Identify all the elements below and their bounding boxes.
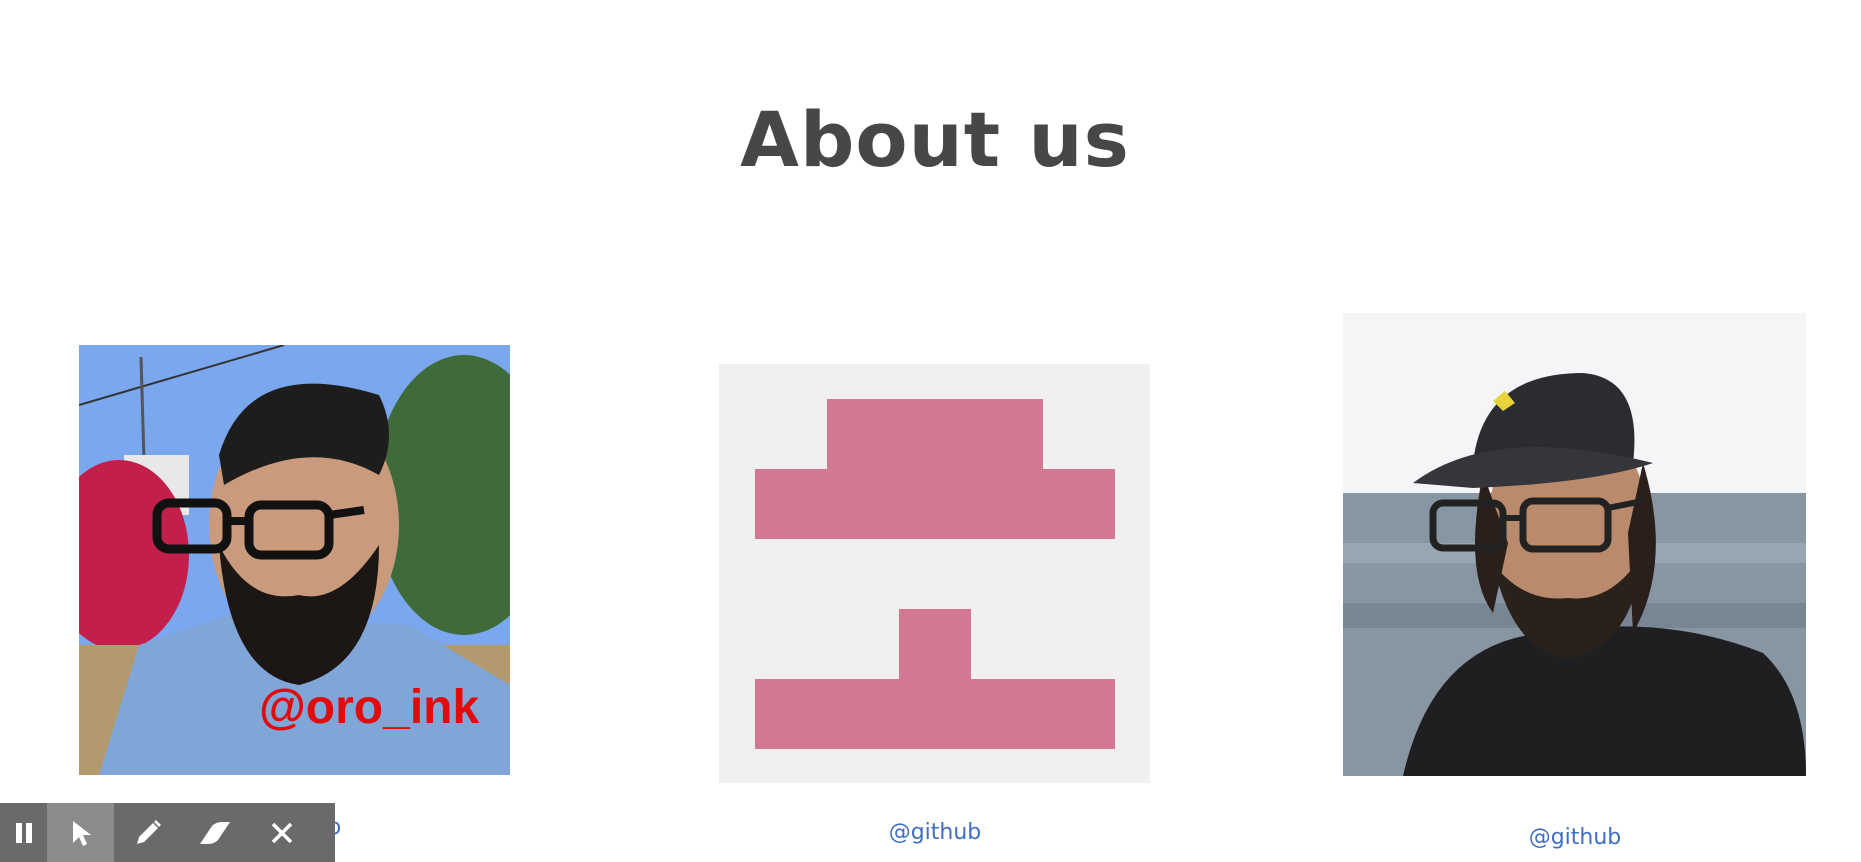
member-avatar-identicon <box>719 364 1150 783</box>
cursor-tool-button[interactable] <box>47 803 114 862</box>
close-toolbar-button[interactable] <box>248 803 315 862</box>
pause-button[interactable] <box>0 803 47 862</box>
pause-icon <box>15 822 32 843</box>
identicon-block <box>827 399 1043 469</box>
eraser-icon <box>199 821 230 844</box>
identicon-block <box>755 469 1115 539</box>
photo-watermark-text: @oro_ink <box>259 681 479 734</box>
page-title: About us <box>740 95 1130 184</box>
member-2-github-link[interactable]: @github <box>860 820 1010 845</box>
member-photo-3-illustration <box>1343 313 1806 776</box>
pencil-icon <box>136 819 161 844</box>
cursor-icon <box>72 820 91 846</box>
identicon-block <box>755 679 1115 749</box>
identicon-graphic <box>755 399 1115 749</box>
member-photo-1: @oro_ink <box>79 345 510 775</box>
eraser-tool-button[interactable] <box>181 803 248 862</box>
member-3-github-link[interactable]: @github <box>1500 825 1650 850</box>
about-page: About us @oro_ink @github @github <box>0 0 1861 862</box>
member-photo-3 <box>1343 313 1806 776</box>
close-icon <box>271 822 292 843</box>
member-photo-1-illustration: @oro_ink <box>79 345 510 775</box>
annotation-toolbar <box>0 803 335 862</box>
pencil-tool-button[interactable] <box>114 803 181 862</box>
identicon-block <box>899 609 971 679</box>
